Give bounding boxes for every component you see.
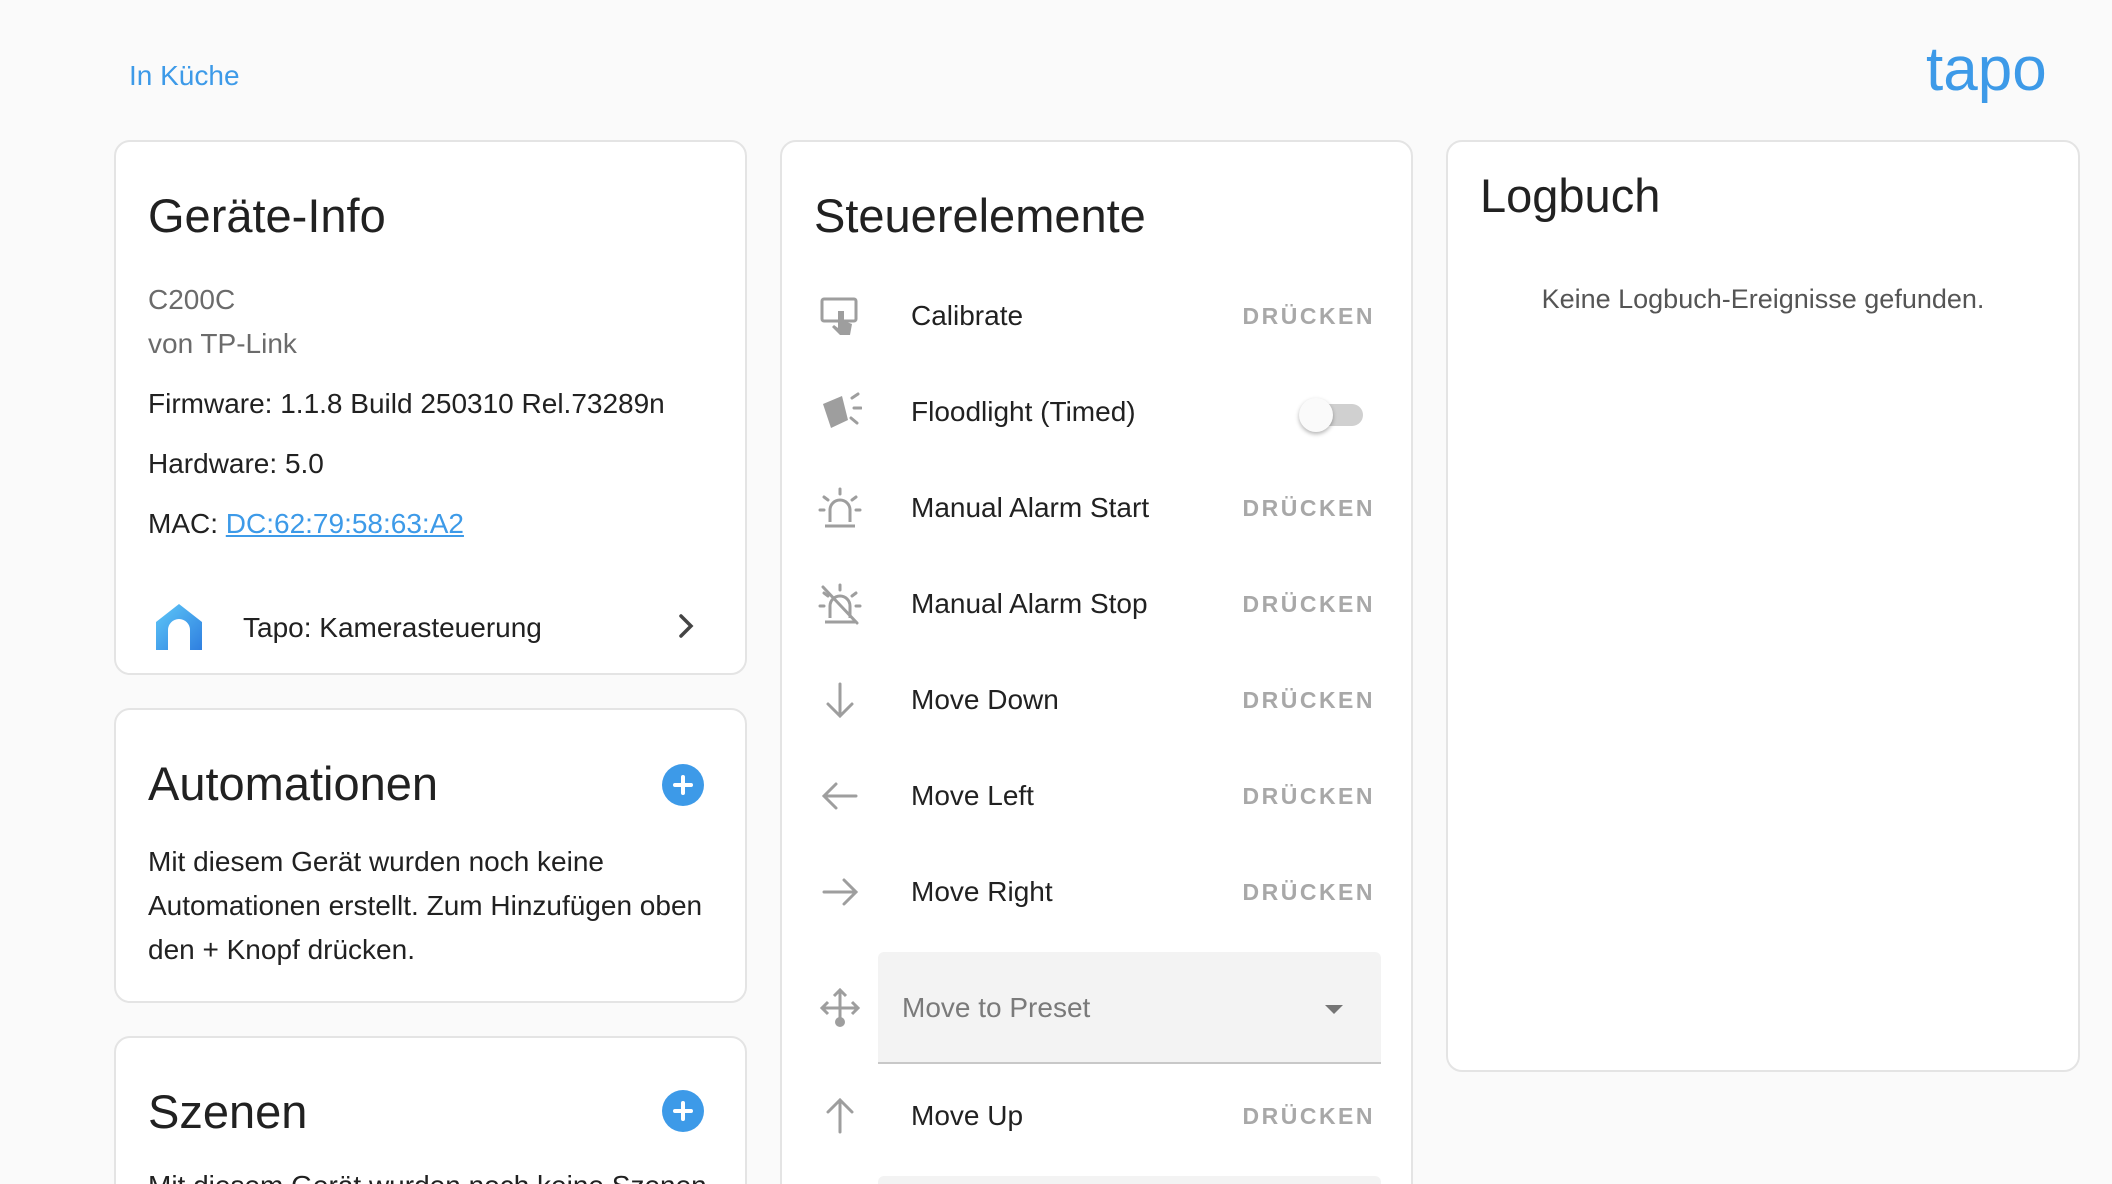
next-select-field[interactable]: [878, 1176, 1381, 1184]
flashlight-icon: [823, 392, 862, 428]
arrow-left-icon: [821, 782, 858, 810]
control-label: Move Left: [911, 780, 1034, 811]
move-left-press-button[interactable]: DRÜCKEN: [1237, 770, 1382, 822]
alarm-light-icon: [818, 487, 862, 528]
control-row-move-preset: Move to Preset: [782, 952, 1411, 1064]
scenes-card: Szenen Mit diesem Gerät wurden noch kein…: [114, 1036, 747, 1184]
tapo-home-logo-icon: [156, 604, 202, 650]
control-row-move-down: Move Down DRÜCKEN: [782, 652, 1411, 748]
device-mac-link[interactable]: DC:62:79:58:63:A2: [226, 508, 464, 539]
gesture-tap-icon: [820, 297, 858, 335]
svg-text:tapo: tapo: [1926, 38, 2047, 104]
floodlight-toggle[interactable]: [1299, 396, 1371, 432]
add-automation-icon[interactable]: [662, 764, 704, 806]
control-row-alarm-start: Manual Alarm Start DRÜCKEN: [782, 460, 1411, 556]
chevron-right-icon: [679, 614, 694, 638]
control-label: Manual Alarm Start: [911, 492, 1150, 523]
logbook-empty-text: Keine Logbuch-Ereignisse gefunden.: [1541, 284, 1985, 314]
control-label: Manual Alarm Stop: [911, 588, 1148, 619]
arrow-up-icon: [826, 1097, 854, 1134]
add-scene-icon[interactable]: [662, 1090, 704, 1132]
device-mac-label: MAC:: [148, 508, 226, 539]
move-preset-select-label: Move to Preset: [902, 992, 1091, 1023]
arrow-down-icon: [826, 682, 854, 719]
device-info-card: Geräte-Info C200C von TP-Link Firmware: …: [114, 140, 747, 675]
automations-card: Automationen Mit diesem Gerät wurden noc…: [114, 708, 747, 1003]
logbook-title: Logbuch: [1480, 169, 1661, 222]
device-firmware: Firmware: 1.1.8 Build 250310 Rel.73289n: [148, 388, 665, 419]
move-preset-select[interactable]: Move to Preset: [878, 952, 1381, 1064]
move-down-press-button[interactable]: DRÜCKEN: [1237, 674, 1382, 726]
control-label: Move Up: [911, 1100, 1024, 1131]
control-row-move-right: Move Right DRÜCKEN: [782, 844, 1411, 940]
control-row-floodlight: Floodlight (Timed): [782, 364, 1411, 460]
device-info-title: Geräte-Info: [148, 189, 386, 242]
control-row-calibrate: Calibrate DRÜCKEN: [782, 268, 1411, 364]
automations-empty-text: Mit diesem Gerät wurden noch keine Autom…: [148, 846, 703, 965]
controls-card: Steuerelemente Calibrate DRÜCKEN Floodli…: [780, 140, 1413, 1184]
control-row-move-left: Move Left DRÜCKEN: [782, 748, 1411, 844]
toggle-thumb: [1299, 398, 1333, 432]
device-page: In Küche tapo Geräte-Info C200C von TP-L…: [0, 0, 2112, 1184]
device-model: C200C: [148, 284, 236, 315]
move-up-press-button[interactable]: DRÜCKEN: [1237, 1090, 1382, 1142]
move-right-press-button[interactable]: DRÜCKEN: [1237, 866, 1382, 918]
device-manufacturer: von TP-Link: [148, 328, 297, 359]
control-row-cutoff: [782, 1176, 1411, 1184]
device-mac-row: MAC: DC:62:79:58:63:A2: [148, 508, 464, 540]
controls-title: Steuerelemente: [814, 189, 1146, 242]
tapo-brand-logo: tapo: [1926, 38, 2047, 104]
control-row-move-up: Move Up DRÜCKEN: [782, 1068, 1411, 1164]
alarm-start-press-button[interactable]: DRÜCKEN: [1237, 482, 1382, 534]
control-row-alarm-stop: Manual Alarm Stop DRÜCKEN: [782, 556, 1411, 652]
alarm-stop-press-button[interactable]: DRÜCKEN: [1237, 578, 1382, 630]
scenes-title: Szenen: [148, 1085, 308, 1138]
logbook-card: Logbuch Keine Logbuch-Ereignisse gefunde…: [1446, 140, 2080, 1072]
move-preset-icon: [819, 987, 861, 1027]
scenes-empty-text: Mit diesem Gerät wurden noch keine Szene…: [148, 1164, 728, 1184]
control-label: Calibrate: [911, 300, 1024, 331]
arrow-right-icon: [822, 878, 859, 906]
dropdown-arrow-icon: [1325, 1005, 1343, 1014]
device-hardware: Hardware: 5.0: [148, 448, 324, 479]
automations-title: Automationen: [148, 757, 439, 810]
integration-link-row[interactable]: Tapo: Kamerasteuerung: [116, 592, 745, 672]
breadcrumb-area-link[interactable]: In Küche: [129, 60, 240, 92]
alarm-light-off-icon: [818, 583, 862, 625]
control-label: Move Right: [911, 876, 1053, 907]
calibrate-press-button[interactable]: DRÜCKEN: [1237, 290, 1382, 342]
control-label: Move Down: [911, 684, 1059, 715]
control-label: Floodlight (Timed): [911, 396, 1136, 427]
integration-label: Tapo: Kamerasteuerung: [243, 612, 542, 643]
